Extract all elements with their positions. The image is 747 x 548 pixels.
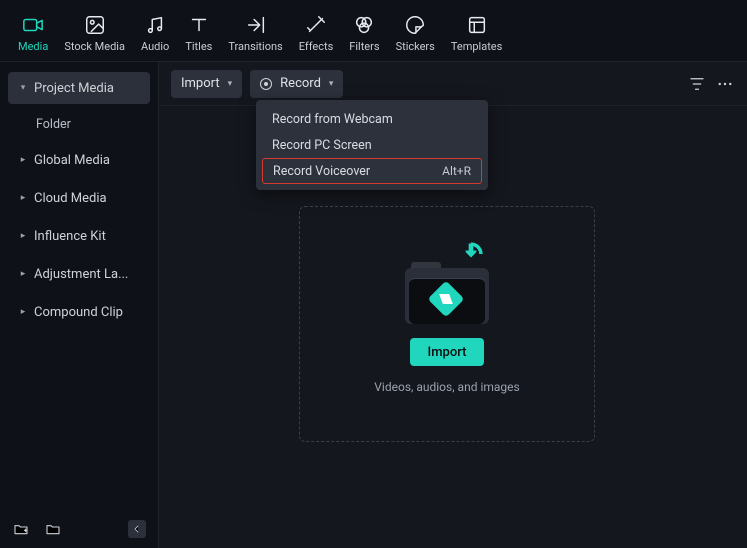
sidebar-item-label: Adjustment La... <box>34 267 128 282</box>
tab-filters[interactable]: Filters <box>349 12 379 55</box>
folder-art <box>405 254 489 324</box>
templates-icon <box>466 14 488 36</box>
sidebar-item-label: Project Media <box>34 81 114 96</box>
main-area: Import ▾ Record ▾ Record from Webcam <box>158 62 747 548</box>
tab-label: Titles <box>185 40 212 53</box>
sidebar-item-label: Global Media <box>34 153 110 168</box>
filters-icon <box>353 14 375 36</box>
main-toolbar: Import ▾ Record ▾ Record from Webcam <box>159 62 747 106</box>
more-options-icon[interactable] <box>715 74 735 94</box>
tab-label: Transitions <box>228 40 282 53</box>
chevron-right-icon: ▸ <box>18 269 28 279</box>
tab-label: Audio <box>141 40 169 53</box>
sidebar-item-adjustment-layer[interactable]: ▸ Adjustment La... <box>8 258 150 290</box>
sidebar-footer <box>8 516 150 542</box>
collapse-sidebar-button[interactable] <box>128 520 146 538</box>
tab-label: Stickers <box>396 40 435 53</box>
chevron-right-icon: ▸ <box>18 307 28 317</box>
sidebar-item-project-media[interactable]: ▾ Project Media <box>8 72 150 104</box>
tab-label: Stock Media <box>64 40 125 53</box>
import-dropdown[interactable]: Import ▾ <box>171 70 242 98</box>
sidebar-item-folder[interactable]: Folder <box>8 110 150 138</box>
sidebar-item-influence-kit[interactable]: ▸ Influence Kit <box>8 220 150 252</box>
media-icon <box>22 14 44 36</box>
chevron-right-icon: ▸ <box>18 231 28 241</box>
tab-stock-media[interactable]: Stock Media <box>64 12 125 55</box>
folder-icon[interactable] <box>44 520 62 538</box>
stickers-icon <box>404 14 426 36</box>
sidebar: ▾ Project Media Folder ▸ Global Media ▸ … <box>0 62 158 548</box>
top-tabbar: Media Stock Media Audio Titles Transitio… <box>0 0 747 62</box>
chevron-right-icon: ▸ <box>18 193 28 203</box>
tab-stickers[interactable]: Stickers <box>396 12 435 55</box>
content-area: Import Videos, audios, and images <box>159 106 747 548</box>
tab-label: Filters <box>349 40 379 53</box>
record-icon <box>260 78 272 90</box>
tab-templates[interactable]: Templates <box>451 12 502 55</box>
download-arrow-icon <box>457 240 485 268</box>
tab-transitions[interactable]: Transitions <box>228 12 282 55</box>
tab-label: Templates <box>451 40 502 53</box>
chevron-right-icon: ▸ <box>18 155 28 165</box>
transitions-icon <box>245 14 267 36</box>
stock-media-icon <box>84 14 106 36</box>
chevron-down-icon: ▾ <box>18 83 28 93</box>
tab-audio[interactable]: Audio <box>141 12 169 55</box>
tab-effects[interactable]: Effects <box>299 12 334 55</box>
tab-titles[interactable]: Titles <box>185 12 212 55</box>
tab-label: Media <box>18 40 48 53</box>
drop-hint: Videos, audios, and images <box>374 380 519 394</box>
sidebar-item-global-media[interactable]: ▸ Global Media <box>8 144 150 176</box>
effects-icon <box>305 14 327 36</box>
import-button[interactable]: Import <box>410 338 485 366</box>
import-button-label: Import <box>428 345 467 360</box>
sidebar-item-label: Folder <box>36 117 71 132</box>
chevron-down-icon: ▾ <box>329 79 334 89</box>
drop-zone[interactable]: Import Videos, audios, and images <box>299 206 595 442</box>
tab-media[interactable]: Media <box>18 12 48 55</box>
sidebar-item-cloud-media[interactable]: ▸ Cloud Media <box>8 182 150 214</box>
tab-label: Effects <box>299 40 334 53</box>
sidebar-item-label: Influence Kit <box>34 229 106 244</box>
sidebar-item-compound-clip[interactable]: ▸ Compound Clip <box>8 296 150 328</box>
audio-icon <box>144 14 166 36</box>
record-label: Record <box>280 76 321 91</box>
sidebar-item-label: Cloud Media <box>34 191 107 206</box>
sidebar-item-label: Compound Clip <box>34 305 123 320</box>
import-label: Import <box>181 76 220 91</box>
new-folder-icon[interactable] <box>12 520 30 538</box>
record-dropdown[interactable]: Record ▾ <box>250 70 343 98</box>
filter-icon[interactable] <box>687 74 707 94</box>
titles-icon <box>188 14 210 36</box>
chevron-down-icon: ▾ <box>228 79 233 89</box>
